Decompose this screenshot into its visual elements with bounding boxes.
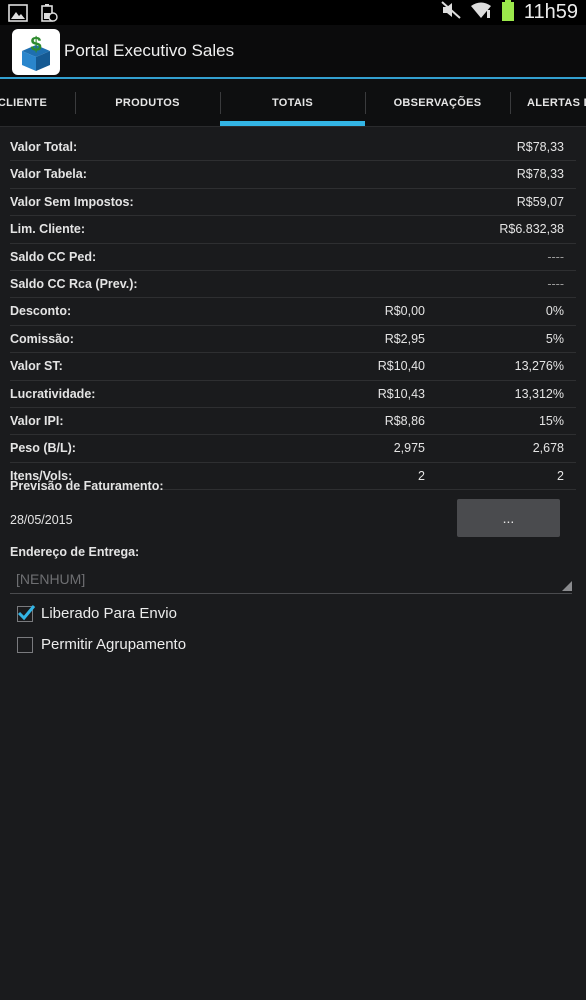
tab-label: TOTAIS — [271, 96, 314, 109]
row-lucratividade: Lucratividade: R$10,43 13,312% — [10, 381, 576, 408]
permitir-agrupamento-checkbox[interactable] — [17, 636, 33, 653]
row-value: 5% — [545, 331, 564, 346]
billing-forecast-label: Previsão de Faturamento: — [10, 479, 164, 493]
row-value: 0% — [545, 304, 564, 319]
mute-icon — [441, 1, 461, 24]
gallery-icon — [8, 4, 28, 27]
clock: 11h59 — [523, 1, 578, 23]
row-label: Comissão: — [10, 331, 74, 346]
row-label: Valor ST: — [10, 359, 63, 374]
row-value: 2,678 — [532, 441, 564, 456]
row-comissao: Comissão: R$2,95 5% — [10, 326, 576, 354]
money-box-icon[interactable]: $ — [12, 29, 60, 75]
row-value: R$10,40 — [377, 359, 425, 374]
row-desconto: Desconto: R$0,00 0% — [10, 298, 576, 326]
wifi-icon — [470, 1, 492, 24]
row-value: 13,312% — [514, 386, 564, 401]
permitir-agrupamento-label: Permitir Agrupamento — [41, 636, 187, 653]
row-value: 2 — [418, 468, 425, 483]
row-label: Saldo CC Rca (Prev.): — [10, 276, 138, 291]
action-bar: $ Portal Executivo Sales — [0, 25, 586, 79]
tab-observacoes[interactable]: OBSERVAÇÕES — [365, 79, 510, 126]
checkmark-icon — [17, 604, 36, 620]
row-label: Desconto: — [10, 304, 72, 319]
row-valor-sem-impostos: Valor Sem Impostos: R$59,07 — [10, 189, 576, 217]
row-valor-tabela: Valor Tabela: R$78,33 — [10, 161, 576, 189]
tab-label: CLIENTE — [0, 96, 48, 109]
row-value: R$6.832,38 — [499, 222, 564, 237]
billing-date: 28/05/2015 — [10, 513, 73, 527]
row-saldo-cc-ped: Saldo CC Ped: ---- — [10, 244, 576, 271]
row-label: Lucratividade: — [10, 386, 96, 401]
delivery-address-value: [NENHUM] — [16, 571, 86, 587]
tab-label: ALERTAS D — [527, 96, 586, 109]
row-label: Valor Tabela: — [10, 167, 87, 182]
status-bar: 11h59 — [0, 0, 586, 25]
row-value: ---- — [547, 276, 564, 291]
row-value: ---- — [547, 249, 564, 264]
delivery-address-label: Endereço de Entrega: — [10, 545, 140, 559]
liberado-envio-checkbox[interactable] — [17, 604, 36, 622]
row-valor-total: Valor Total: R$78,33 — [10, 134, 576, 162]
battery-icon — [501, 0, 515, 26]
row-saldo-cc-rca: Saldo CC Rca (Prev.): ---- — [10, 271, 576, 299]
liberado-envio-label: Liberado Para Envio — [41, 605, 177, 622]
tab-totais[interactable]: TOTAIS — [220, 79, 365, 126]
row-lim-cliente: Lim. Cliente: R$6.832,38 — [10, 216, 576, 244]
row-value: R$10,43 — [377, 386, 425, 401]
row-label: Saldo CC Ped: — [10, 249, 97, 264]
row-value: R$78,33 — [516, 167, 564, 182]
row-value: R$59,07 — [516, 194, 564, 209]
tab-label: PRODUTOS — [115, 96, 180, 109]
tab-produtos[interactable]: PRODUTOS — [75, 79, 220, 126]
tab-label: OBSERVAÇÕES — [393, 96, 482, 109]
tab-alertas[interactable]: ALERTAS D — [510, 79, 586, 126]
row-value: 2,975 — [393, 441, 425, 456]
row-value: 13,276% — [514, 359, 564, 374]
row-label: Lim. Cliente: — [10, 222, 86, 237]
row-peso: Peso (B/L): 2,975 2,678 — [10, 435, 576, 463]
row-label: Peso (B/L): — [10, 441, 76, 456]
row-label: Valor IPI: — [10, 413, 64, 428]
app-title: Portal Executivo Sales — [64, 41, 235, 60]
svg-text:$: $ — [30, 34, 41, 56]
row-valor-st: Valor ST: R$10,40 13,276% — [10, 353, 576, 381]
row-value: R$8,86 — [384, 413, 425, 428]
liberado-envio-option[interactable]: Liberado Para Envio — [17, 604, 177, 622]
permitir-agrupamento-option[interactable]: Permitir Agrupamento — [17, 636, 186, 653]
dropdown-arrow-icon — [562, 581, 572, 591]
row-value: 2 — [557, 468, 564, 483]
row-label: Valor Total: — [10, 140, 78, 154]
delivery-address-select[interactable]: [NENHUM] — [10, 565, 572, 594]
row-value: 15% — [538, 413, 564, 428]
tab-bar: CLIENTE PRODUTOS TOTAIS OBSERVAÇÕES ALER… — [0, 79, 586, 127]
row-label: Valor Sem Impostos: — [10, 194, 134, 209]
row-valor-ipi: Valor IPI: R$8,86 15% — [10, 408, 576, 436]
date-picker-button[interactable]: ... — [457, 499, 560, 537]
row-value: R$0,00 — [384, 304, 425, 319]
row-value: R$2,95 — [384, 331, 425, 346]
row-value: R$78,33 — [516, 140, 564, 154]
totals-table: Valor Total: R$78,33 Valor Tabela: R$78,33… — [10, 134, 576, 491]
